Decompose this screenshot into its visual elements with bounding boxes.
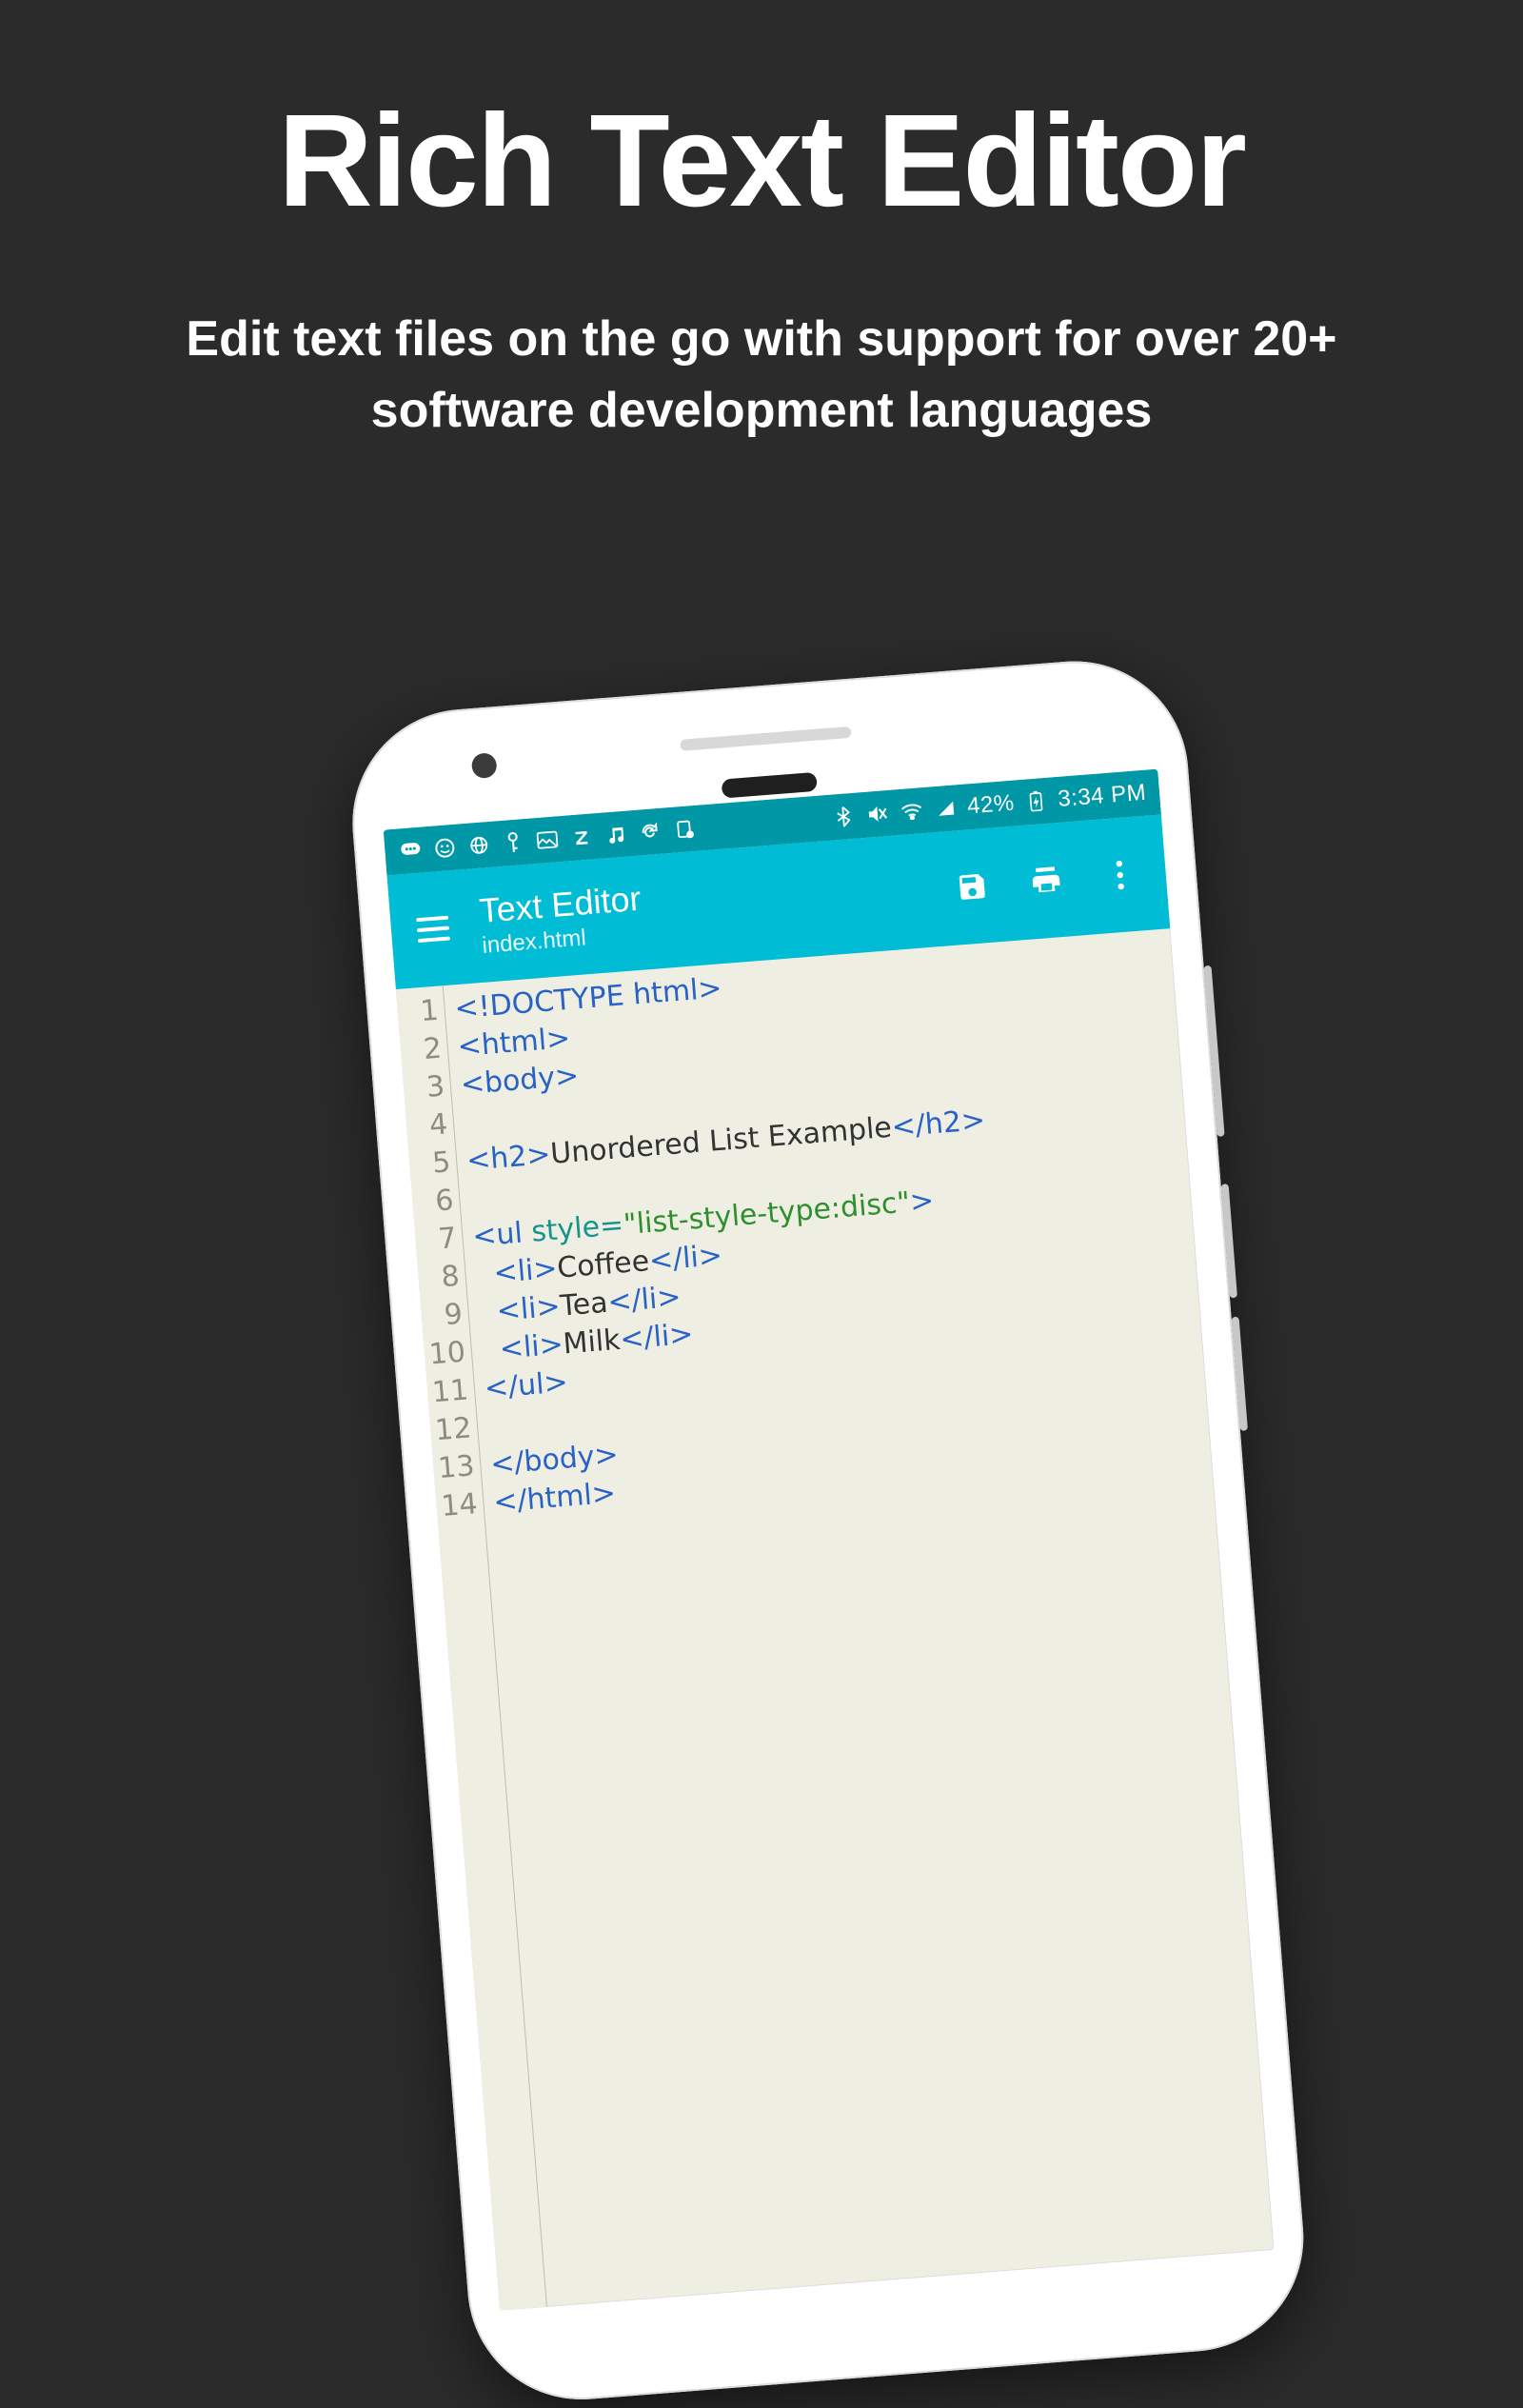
letter-z-icon: [568, 826, 595, 848]
code-content[interactable]: <!DOCTYPE html><html><body><h2>Unordered…: [444, 928, 1275, 2307]
screen-icon: [671, 818, 698, 841]
line-number: 2: [399, 1030, 443, 1071]
phone-screen: 42% 3:34 PM Text Editor index.html: [384, 769, 1275, 2311]
code-token: <html>: [456, 1022, 571, 1064]
code-token: Coffee: [556, 1244, 650, 1284]
line-number: 9: [420, 1296, 464, 1337]
line-number: 5: [408, 1144, 452, 1184]
code-token: Tea: [559, 1286, 609, 1323]
line-number: 12: [429, 1409, 473, 1450]
clock-time: 3:34 PM: [1057, 780, 1147, 813]
key-icon: [500, 831, 526, 854]
toolbar-title-block: Text Editor index.html: [459, 855, 946, 962]
code-token: <h2>: [465, 1138, 552, 1178]
line-number: 6: [411, 1182, 455, 1223]
code-token: </li>: [619, 1318, 695, 1357]
code-token: Milk: [562, 1323, 621, 1362]
code-token: style=: [530, 1208, 625, 1249]
code-token: <li>: [499, 1328, 564, 1366]
code-token: <ul: [471, 1216, 533, 1254]
wifi-icon: [899, 800, 925, 823]
line-number: 14: [435, 1485, 479, 1526]
save-button[interactable]: [941, 856, 1003, 918]
line-number: 8: [417, 1258, 461, 1299]
overflow-menu-icon[interactable]: [1090, 845, 1152, 906]
cell-icon: [932, 797, 959, 820]
code-token: >: [909, 1184, 936, 1220]
code-token: <li>: [492, 1252, 558, 1290]
code-token: </li>: [606, 1281, 682, 1320]
music-icon: [603, 824, 629, 846]
image-icon: [534, 828, 561, 851]
code-token: <li>: [495, 1290, 561, 1328]
globe-icon: [465, 834, 492, 857]
code-token: </h2>: [890, 1104, 986, 1144]
code-token: </html>: [492, 1477, 617, 1520]
phone-camera: [471, 752, 498, 779]
line-number: 4: [405, 1105, 449, 1146]
hero-title: Rich Text Editor: [0, 86, 1523, 237]
marketing-hero: Rich Text Editor Edit text files on the …: [0, 0, 1523, 448]
line-number: 10: [424, 1334, 467, 1375]
line-number: 3: [403, 1067, 446, 1108]
line-number: 1: [396, 992, 440, 1033]
mute-icon: [864, 803, 891, 826]
battery-icon: [1023, 790, 1050, 813]
line-number: 7: [414, 1220, 458, 1261]
phone-mockup: 42% 3:34 PM Text Editor index.html: [344, 652, 1312, 2408]
phone-earpiece: [722, 772, 818, 799]
chat-icon: [398, 839, 425, 862]
refresh-icon: [637, 821, 663, 844]
bluetooth-icon: [830, 806, 857, 828]
hamburger-menu-icon[interactable]: [403, 899, 465, 961]
phone-side-button: [1204, 965, 1225, 1137]
battery-percent: 42%: [966, 790, 1016, 821]
hero-subtitle: Edit text files on the go with support f…: [114, 304, 1409, 448]
phone-side-button: [1232, 1317, 1248, 1431]
line-number: 11: [426, 1371, 470, 1412]
code-editor[interactable]: 1234567891011121314 <!DOCTYPE html><html…: [396, 928, 1275, 2311]
line-number: 13: [432, 1447, 476, 1488]
phone-side-button: [1221, 1184, 1237, 1298]
phone-speaker-grill: [680, 726, 851, 751]
face-icon: [432, 837, 459, 860]
print-button[interactable]: [1016, 850, 1078, 912]
code-token: </li>: [648, 1239, 724, 1278]
code-token: </ul>: [484, 1365, 569, 1405]
code-token: <body>: [460, 1059, 581, 1102]
